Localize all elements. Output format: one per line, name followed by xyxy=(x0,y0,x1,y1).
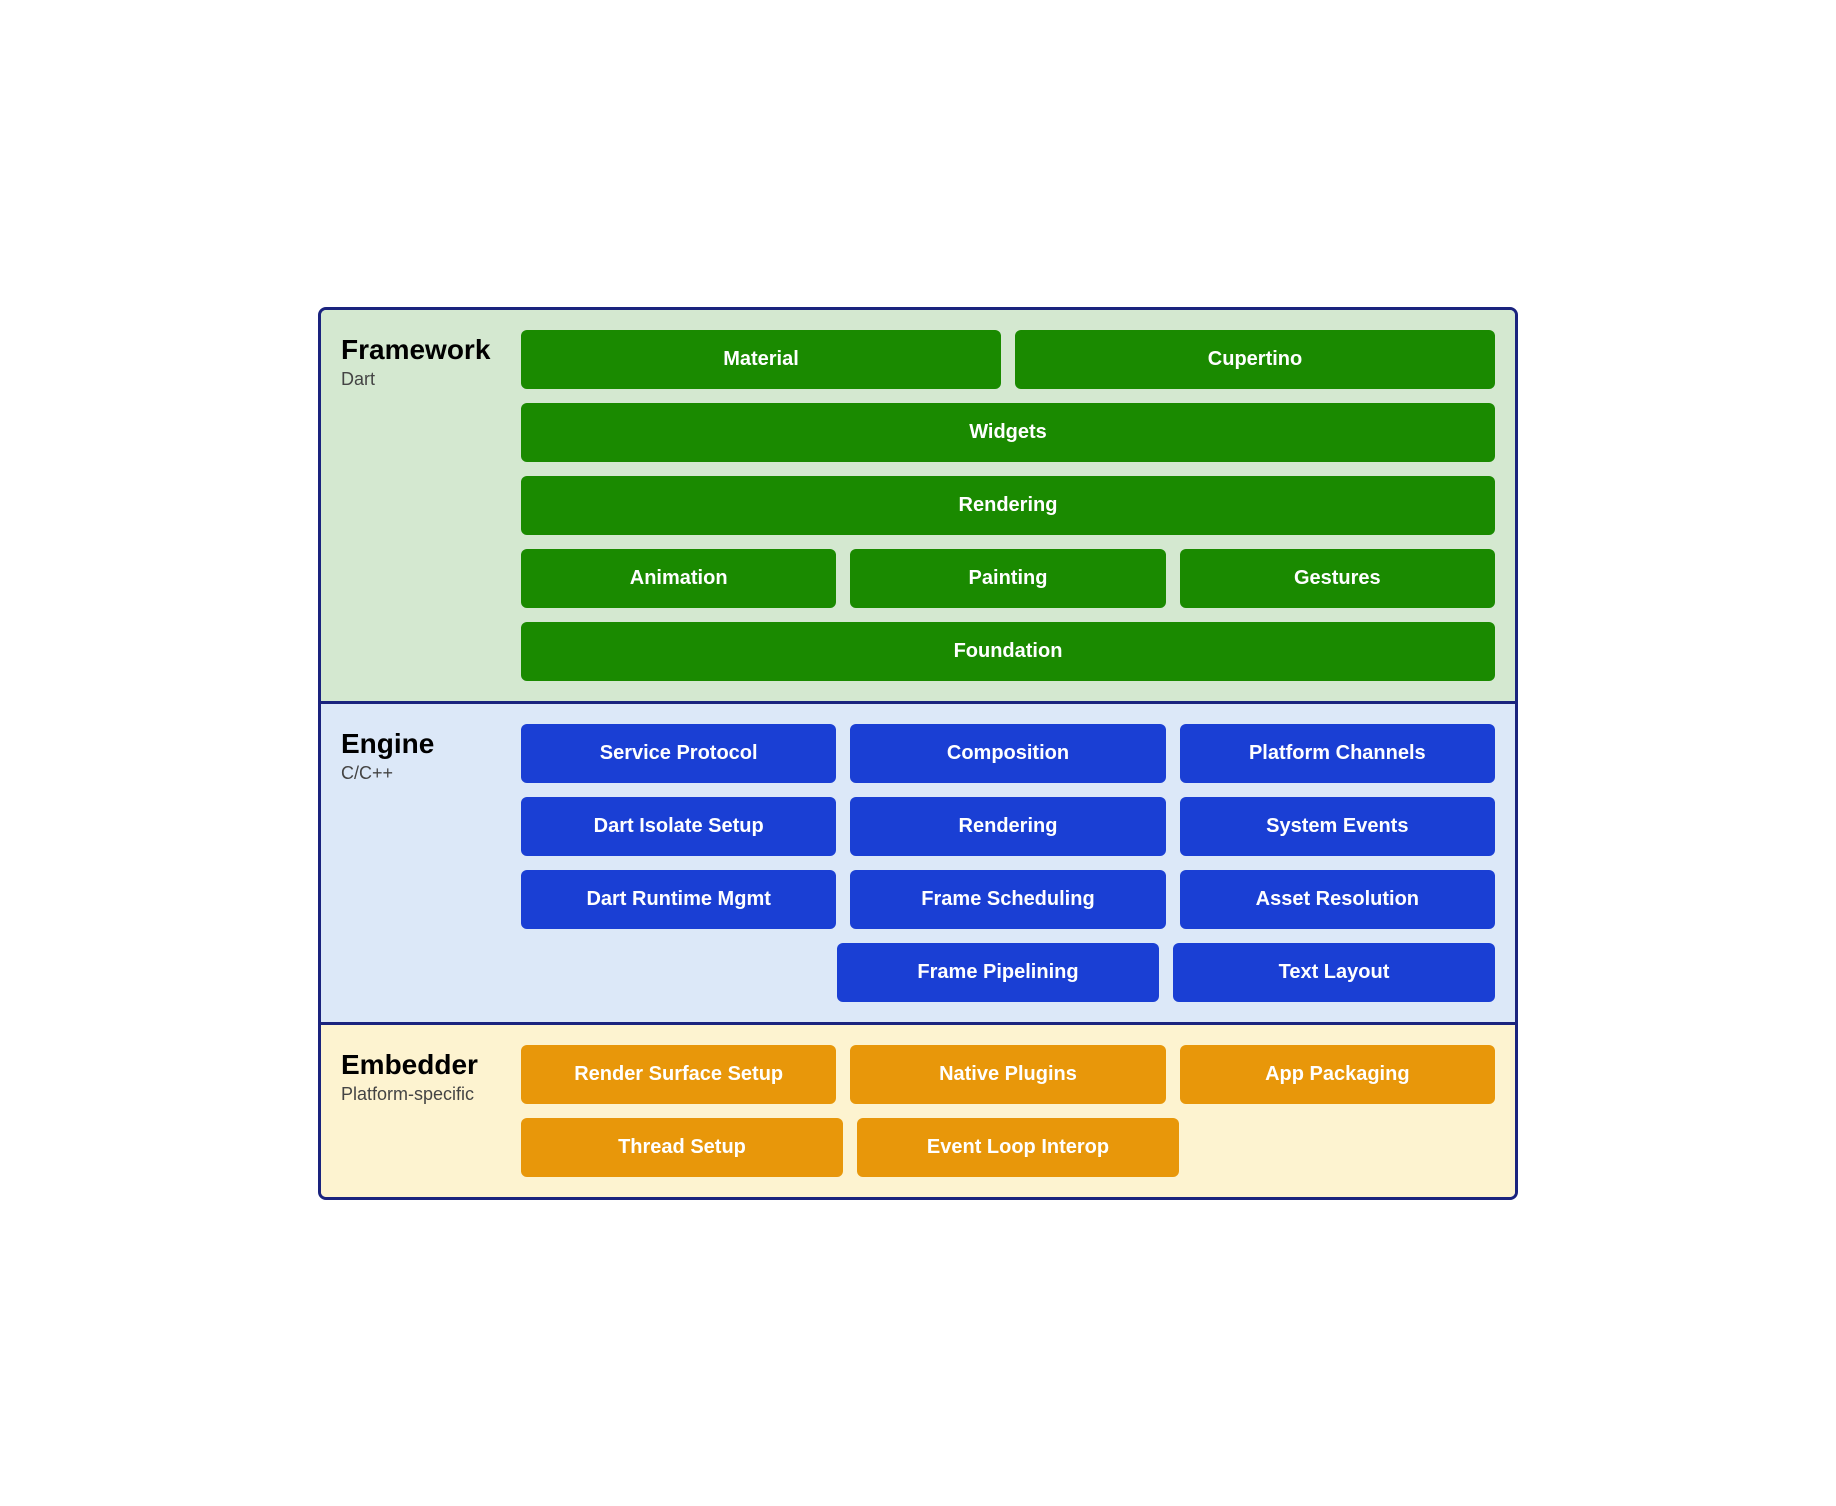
btn-dart-isolate-setup[interactable]: Dart Isolate Setup xyxy=(521,797,836,856)
btn-native-plugins[interactable]: Native Plugins xyxy=(850,1045,1165,1104)
layer-title-engine: Engine xyxy=(341,729,511,760)
button-row-framework-2: Rendering xyxy=(521,476,1495,535)
btn-rendering[interactable]: Rendering xyxy=(850,797,1165,856)
btn-cupertino[interactable]: Cupertino xyxy=(1015,330,1495,389)
layer-embedder: Embedder Platform-specific Render Surface … xyxy=(321,1025,1515,1197)
btn-platform-channels[interactable]: Platform Channels xyxy=(1180,724,1495,783)
button-row-framework-4: Foundation xyxy=(521,622,1495,681)
layer-content-engine: Service ProtocolComposition Platform Chan… xyxy=(521,724,1495,1002)
btn-frame-scheduling[interactable]: Frame Scheduling xyxy=(850,870,1165,929)
btn-dart-runtime-mgmt[interactable]: Dart Runtime Mgmt xyxy=(521,870,836,929)
layer-label-framework: Framework Dart xyxy=(341,330,521,681)
btn-gestures[interactable]: Gestures xyxy=(1180,549,1495,608)
btn-animation[interactable]: Animation xyxy=(521,549,836,608)
btn-material[interactable]: Material xyxy=(521,330,1001,389)
btn-painting[interactable]: Painting xyxy=(850,549,1165,608)
layer-subtitle-framework: Dart xyxy=(341,369,511,390)
empty-placeholder-embedder-1-2 xyxy=(1193,1118,1495,1177)
button-row-embedder-1: Thread SetupEvent Loop Interop xyxy=(521,1118,1495,1177)
layer-subtitle-engine: C/C++ xyxy=(341,763,511,784)
button-row-engine-1: Dart Isolate SetupRendering System Events xyxy=(521,797,1495,856)
layer-content-embedder: Render Surface SetupNative Plugins App Pa… xyxy=(521,1045,1495,1177)
btn-composition[interactable]: Composition xyxy=(850,724,1165,783)
button-row-embedder-0: Render Surface SetupNative Plugins App Pa… xyxy=(521,1045,1495,1104)
btn-system-events[interactable]: System Events xyxy=(1180,797,1495,856)
btn-service-protocol[interactable]: Service Protocol xyxy=(521,724,836,783)
button-row-framework-1: Widgets xyxy=(521,403,1495,462)
layer-title-framework: Framework xyxy=(341,335,511,366)
layer-engine: Engine C/C++ Service ProtocolComposition Pl… xyxy=(321,704,1515,1025)
empty-placeholder-engine-3-0 xyxy=(521,943,823,1002)
btn-app-packaging[interactable]: App Packaging xyxy=(1180,1045,1495,1104)
flutter-architecture-diagram: Framework Dart MaterialCupertino Widgets Ren… xyxy=(318,307,1518,1200)
btn-thread-setup[interactable]: Thread Setup xyxy=(521,1118,843,1177)
btn-frame-pipelining[interactable]: Frame Pipelining xyxy=(837,943,1159,1002)
btn-event-loop-interop[interactable]: Event Loop Interop xyxy=(857,1118,1179,1177)
button-row-engine-0: Service ProtocolComposition Platform Chan… xyxy=(521,724,1495,783)
btn-foundation[interactable]: Foundation xyxy=(521,622,1495,681)
btn-render-surface-setup[interactable]: Render Surface Setup xyxy=(521,1045,836,1104)
layer-title-embedder: Embedder xyxy=(341,1050,511,1081)
layer-label-engine: Engine C/C++ xyxy=(341,724,521,1002)
layer-content-framework: MaterialCupertino Widgets Rendering Animati… xyxy=(521,330,1495,681)
button-row-framework-3: AnimationPainting Gestures xyxy=(521,549,1495,608)
button-row-engine-3: Frame PipeliningText Layout xyxy=(521,943,1495,1002)
button-row-framework-0: MaterialCupertino xyxy=(521,330,1495,389)
btn-widgets[interactable]: Widgets xyxy=(521,403,1495,462)
layer-subtitle-embedder: Platform-specific xyxy=(341,1084,511,1105)
layer-label-embedder: Embedder Platform-specific xyxy=(341,1045,521,1177)
btn-asset-resolution[interactable]: Asset Resolution xyxy=(1180,870,1495,929)
button-row-engine-2: Dart Runtime MgmtFrame Scheduling Asset R… xyxy=(521,870,1495,929)
layer-framework: Framework Dart MaterialCupertino Widgets Ren… xyxy=(321,310,1515,704)
btn-rendering[interactable]: Rendering xyxy=(521,476,1495,535)
btn-text-layout[interactable]: Text Layout xyxy=(1173,943,1495,1002)
